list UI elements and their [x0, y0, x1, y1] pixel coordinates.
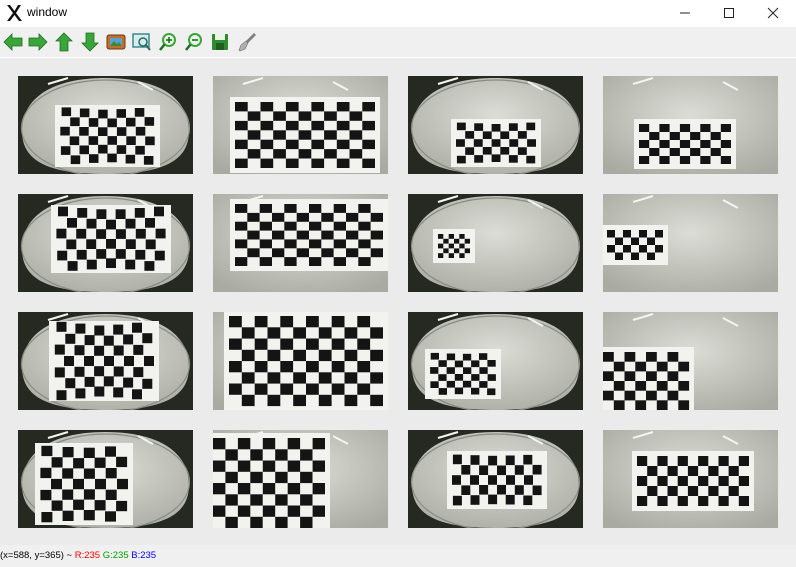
status-coords: (x=588, y=365) ~ — [0, 550, 75, 561]
save-button[interactable] — [209, 31, 231, 53]
minimize-button[interactable] — [662, 0, 708, 26]
title-bar: window — [0, 0, 796, 26]
maximize-icon — [724, 8, 734, 18]
image-icon — [106, 34, 126, 50]
arrow-down-icon — [81, 32, 99, 52]
thumb-5 — [18, 194, 193, 292]
thumb-12 — [603, 312, 778, 410]
window-title: window — [27, 5, 68, 19]
thumb-6 — [213, 194, 388, 292]
arrow-left-icon — [3, 33, 23, 51]
pan-left-button[interactable] — [2, 31, 24, 53]
zoom-reset-button[interactable] — [105, 31, 127, 53]
pan-right-button[interactable] — [27, 31, 49, 53]
thumb-4 — [603, 76, 778, 174]
thumb-16 — [603, 430, 778, 528]
status-green: G:235 — [102, 550, 129, 561]
toolbar — [0, 27, 796, 57]
zoom-out-button[interactable] — [183, 31, 205, 53]
thumb-1 — [18, 76, 193, 174]
thumb-2 — [213, 76, 388, 174]
thumb-14 — [213, 430, 388, 528]
image-canvas[interactable] — [0, 58, 796, 545]
zoom-in-button[interactable] — [157, 31, 179, 53]
thumb-15 — [408, 430, 583, 528]
thumb-3 — [408, 76, 583, 174]
thumb-13 — [18, 430, 193, 528]
thumb-8 — [603, 194, 778, 292]
zoom-out-icon — [185, 33, 202, 51]
brush-icon — [238, 33, 256, 52]
thumb-7 — [408, 194, 583, 292]
thumb-10 — [213, 312, 388, 410]
status-blue: B:235 — [131, 550, 157, 561]
status-bar: (x=588, y=365) ~ R:235 G:235 B:235 — [0, 545, 796, 567]
close-button[interactable] — [750, 0, 796, 26]
x-app-icon — [7, 5, 22, 21]
zoom-fit-button[interactable] — [131, 31, 153, 53]
save-icon — [212, 34, 228, 50]
pan-up-button[interactable] — [53, 31, 75, 53]
maximize-button[interactable] — [706, 0, 752, 26]
close-icon — [767, 7, 779, 19]
arrow-right-icon — [28, 33, 48, 51]
minimize-icon — [680, 12, 690, 14]
zoom-window-icon — [132, 33, 151, 51]
status-red: R:235 — [74, 550, 101, 561]
properties-button[interactable] — [236, 31, 258, 53]
arrow-up-icon — [55, 32, 73, 52]
thumb-9 — [18, 312, 193, 410]
pan-down-button[interactable] — [79, 31, 101, 53]
thumb-11 — [408, 312, 583, 410]
zoom-in-icon — [159, 33, 176, 51]
